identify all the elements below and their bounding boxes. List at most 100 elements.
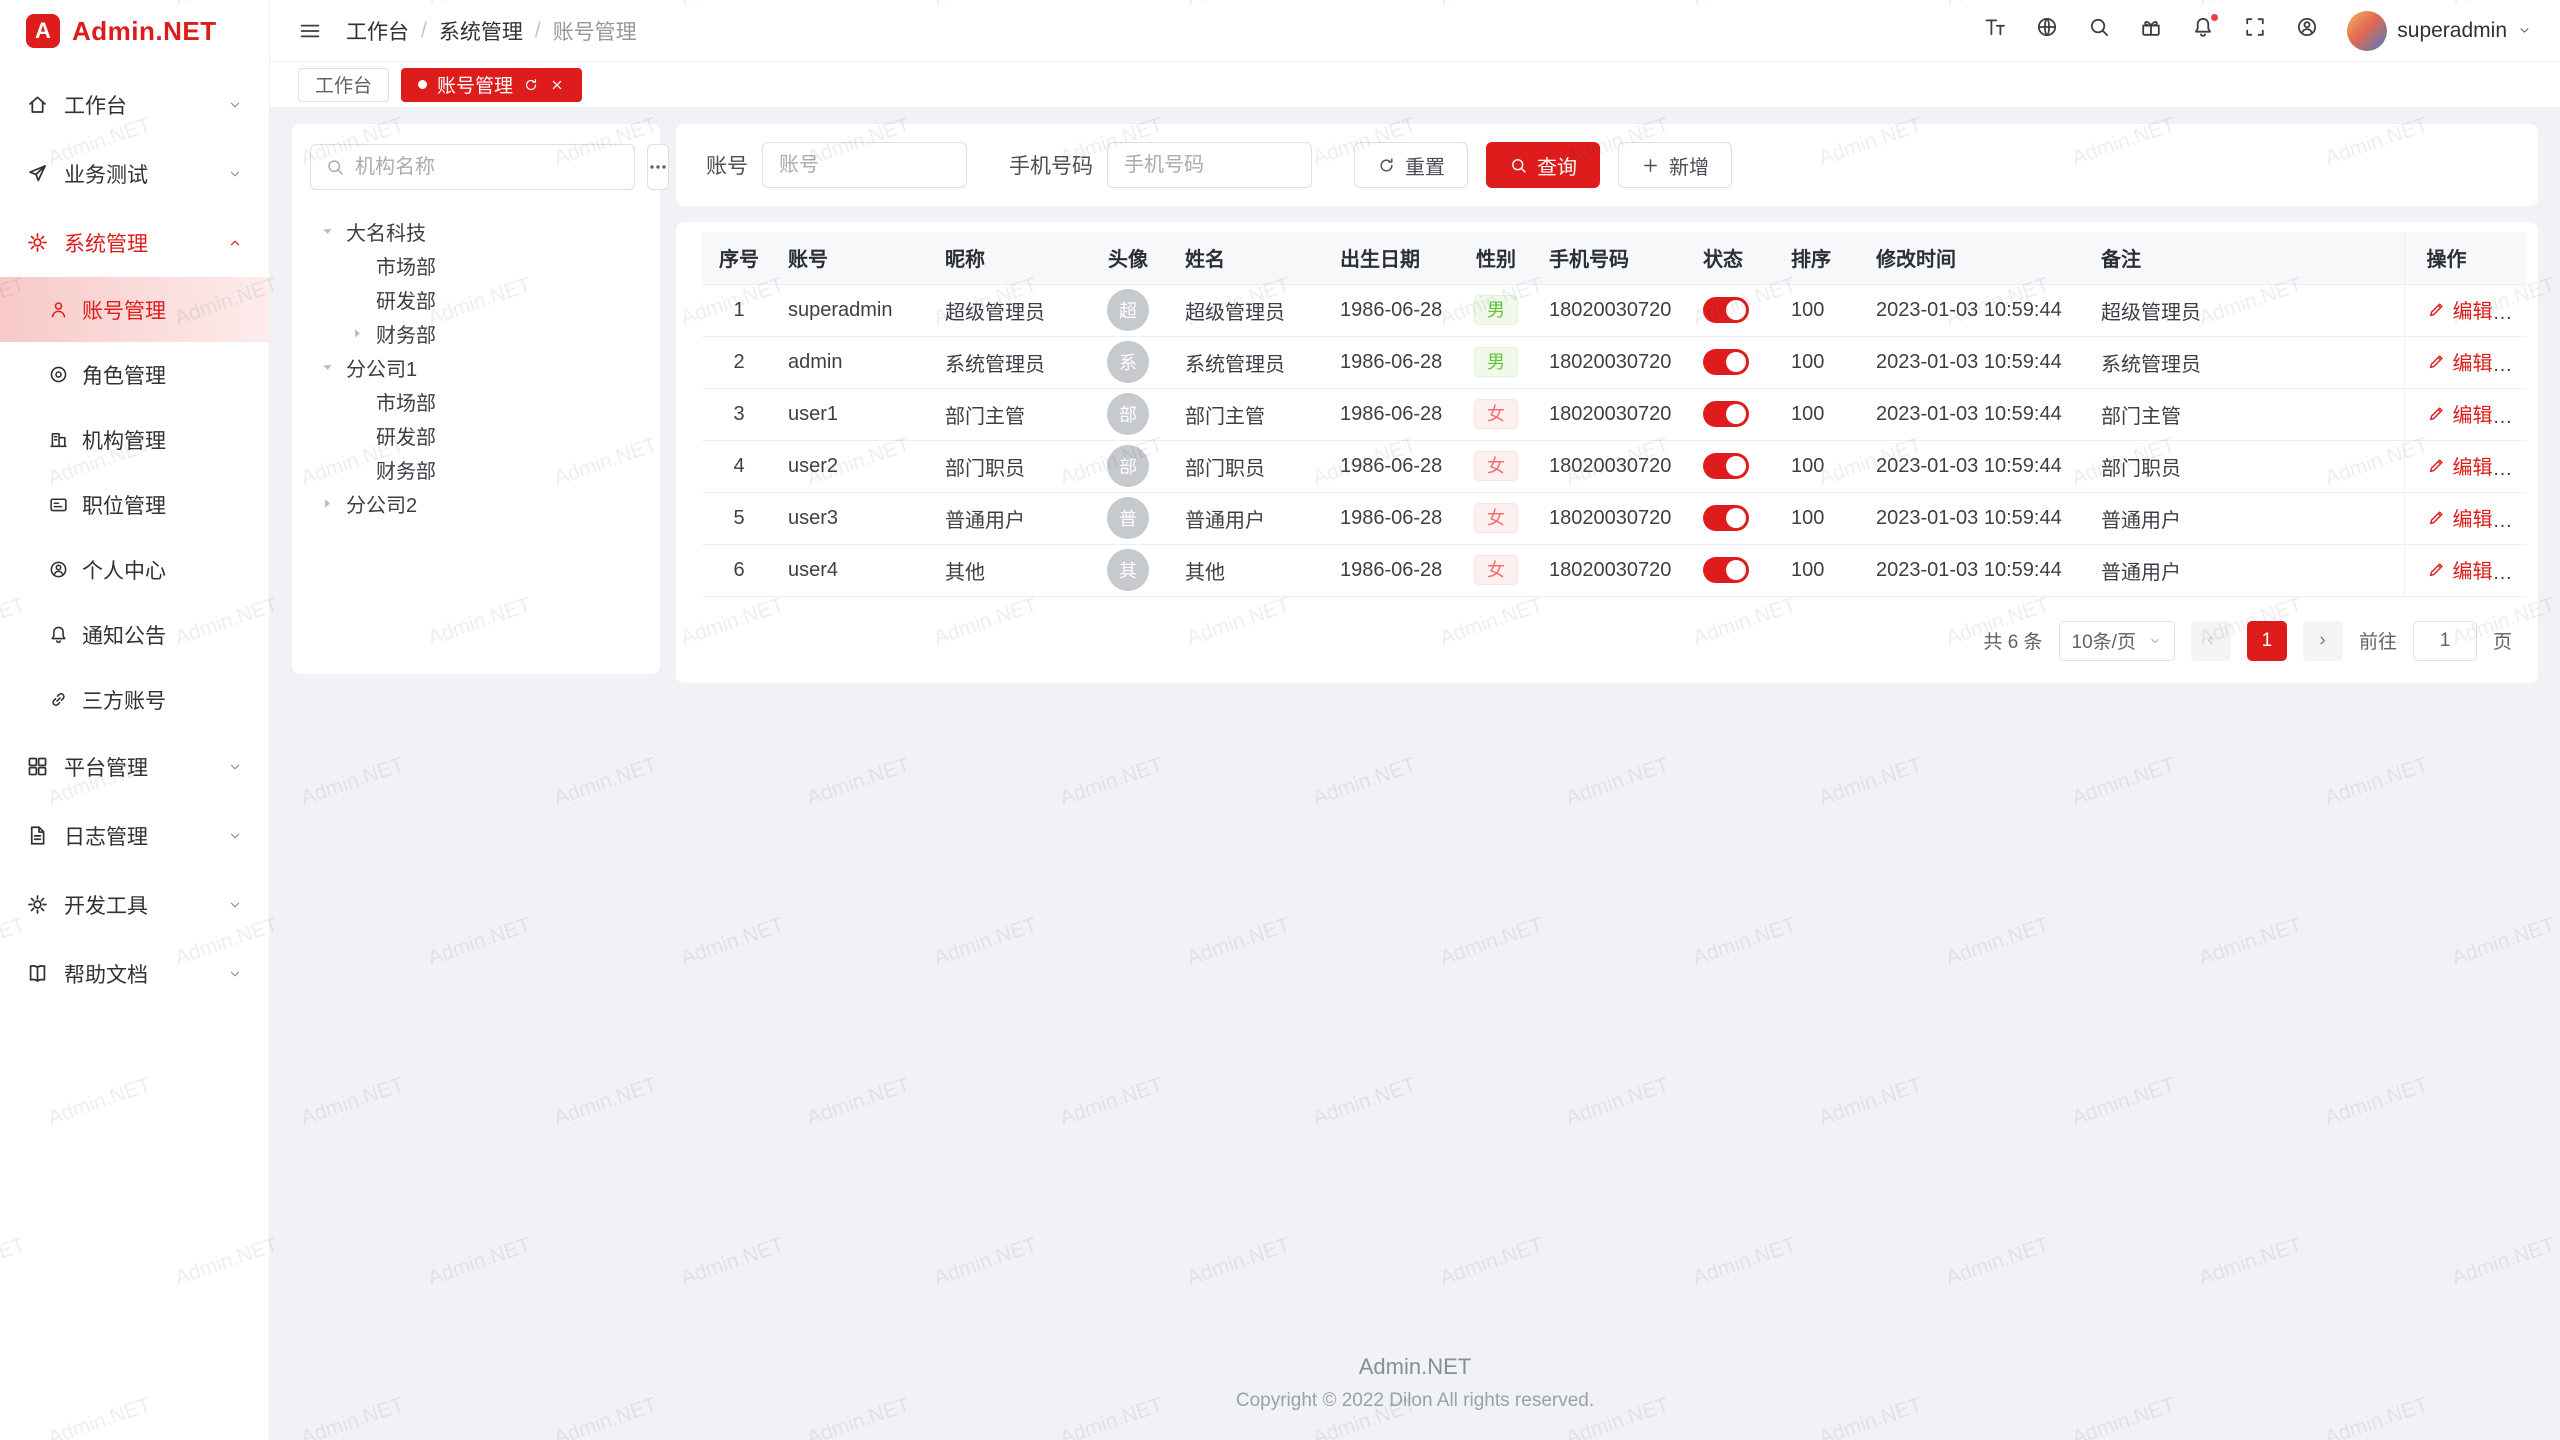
breadcrumb-item: 账号管理 [553,16,637,46]
sidebar-item-log[interactable]: 日志管理 [0,801,269,870]
tree-node-label: 研发部 [376,285,436,314]
topbar-right: superadmin [1983,11,2532,51]
cell-status [1691,388,1779,440]
tree-caret-icon[interactable] [344,326,370,341]
status-toggle[interactable] [1703,349,1749,375]
logo[interactable]: A Admin.NET [0,0,269,62]
gender-badge: 男 [1474,347,1518,378]
tree-caret-icon[interactable] [314,224,340,239]
edit-button[interactable]: 编辑 [2427,399,2493,428]
tab-active[interactable]: 账号管理 [401,68,582,102]
sidebar-item-business-test[interactable]: 业务测试 [0,139,269,208]
column-header: 头像 [1083,232,1173,284]
sidebar-subitem-profile[interactable]: 个人中心 [0,537,269,602]
collapse-menu-icon[interactable] [298,19,322,43]
edit-button[interactable]: 编辑 [2427,503,2493,532]
status-toggle[interactable] [1703,557,1749,583]
sidebar-subitem-account[interactable]: 账号管理 [0,277,269,342]
chevron-down-icon [227,828,243,844]
column-header: 昵称 [933,232,1083,284]
row-more-button[interactable] [2513,356,2527,376]
logo-icon: A [26,14,60,48]
row-more-button[interactable] [2513,408,2527,428]
edit-button[interactable]: 编辑 [2427,347,2493,376]
tree-node[interactable]: 财务部 [310,316,642,350]
tab-refresh-icon[interactable] [523,77,539,93]
sidebar-subitem-role[interactable]: 角色管理 [0,342,269,407]
row-avatar: 普 [1107,497,1149,539]
theme-icon[interactable] [2139,15,2163,46]
breadcrumb-item[interactable]: 工作台 [346,16,409,46]
username: superadmin [2397,19,2507,43]
row-more-button[interactable] [2513,564,2527,584]
goto-page-input[interactable] [2413,621,2477,661]
account-input[interactable] [762,142,967,188]
status-toggle[interactable] [1703,297,1749,323]
add-button[interactable]: 新增 [1618,142,1732,188]
user-menu[interactable]: superadmin [2347,11,2532,51]
page-size-select[interactable]: 10条/页 [2059,621,2175,661]
sidebar-subitem-position[interactable]: 职位管理 [0,472,269,537]
sidebar-item-workbench[interactable]: 工作台 [0,70,269,139]
tree-caret-icon[interactable] [314,496,340,511]
cell-name: 普通用户 [1173,492,1328,544]
status-toggle[interactable] [1703,505,1749,531]
tree-node-label: 市场部 [376,387,436,416]
prev-page-button[interactable] [2191,621,2231,661]
phone-input[interactable] [1107,142,1312,188]
sidebar-subitem-org[interactable]: 机构管理 [0,407,269,472]
org-more-button[interactable] [647,144,669,190]
gender-badge: 女 [1474,503,1518,534]
sidebar-item-platform[interactable]: 平台管理 [0,732,269,801]
tree-node[interactable]: 分公司2 [310,486,642,520]
sidebar-item-docs[interactable]: 帮助文档 [0,939,269,1008]
reset-button[interactable]: 重置 [1354,142,1468,188]
edit-button[interactable]: 编辑 [2427,295,2493,324]
tree-node[interactable]: 大名科技 [310,214,642,248]
status-toggle[interactable] [1703,401,1749,427]
row-more-button[interactable] [2513,512,2527,532]
row-more-button[interactable] [2513,460,2527,480]
tree-node[interactable]: 研发部 [310,282,642,316]
tree-node[interactable]: 研发部 [310,418,642,452]
chevron-down-icon [227,166,243,182]
sidebar-subitem-thirdparty[interactable]: 三方账号 [0,667,269,732]
sidebar-subitem-notice[interactable]: 通知公告 [0,602,269,667]
pagination: 共 6 条10条/页1前往页 [702,597,2512,661]
log-icon [26,824,49,847]
edit-button[interactable]: 编辑 [2427,451,2493,480]
tab-item[interactable]: 工作台 [298,68,389,102]
cell-birth: 1986-06-28 [1328,544,1455,596]
breadcrumb-separator: / [535,19,541,43]
language-icon[interactable] [2035,15,2059,46]
breadcrumb-item[interactable]: 系统管理 [439,16,523,46]
search-icon[interactable] [2087,15,2111,46]
profile-icon[interactable] [2295,15,2319,46]
role-icon [48,364,69,385]
edit-icon [2427,404,2446,423]
sidebar-item-devtools[interactable]: 开发工具 [0,870,269,939]
next-page-button[interactable] [2303,621,2343,661]
fullscreen-icon[interactable] [2243,15,2267,46]
cell-account: user2 [776,440,933,492]
tree-node[interactable]: 市场部 [310,248,642,282]
tree-node[interactable]: 财务部 [310,452,642,486]
sidebar-item-label: 平台管理 [64,752,212,782]
edit-button[interactable]: 编辑 [2427,555,2493,584]
sidebar-subitem-label: 三方账号 [82,685,166,715]
page-number-current[interactable]: 1 [2247,621,2287,661]
sidebar-item-system[interactable]: 系统管理 [0,208,269,277]
search-button[interactable]: 查询 [1486,142,1600,188]
tree-node[interactable]: 分公司1 [310,350,642,384]
tab-close-icon[interactable] [549,77,565,93]
tree-node[interactable]: 市场部 [310,384,642,418]
cell-nickname: 系统管理员 [933,336,1083,388]
tree-caret-icon[interactable] [314,360,340,375]
font-size-icon[interactable] [1983,15,2007,46]
app-root: A Admin.NET 工作台业务测试系统管理账号管理角色管理机构管理职位管理个… [0,0,2560,1440]
status-toggle[interactable] [1703,453,1749,479]
row-more-button[interactable] [2513,304,2527,324]
notification-icon[interactable] [2191,15,2215,46]
query-bar: 账号 手机号码 重置 查询 [676,124,2538,206]
org-search-input[interactable] [355,156,620,179]
